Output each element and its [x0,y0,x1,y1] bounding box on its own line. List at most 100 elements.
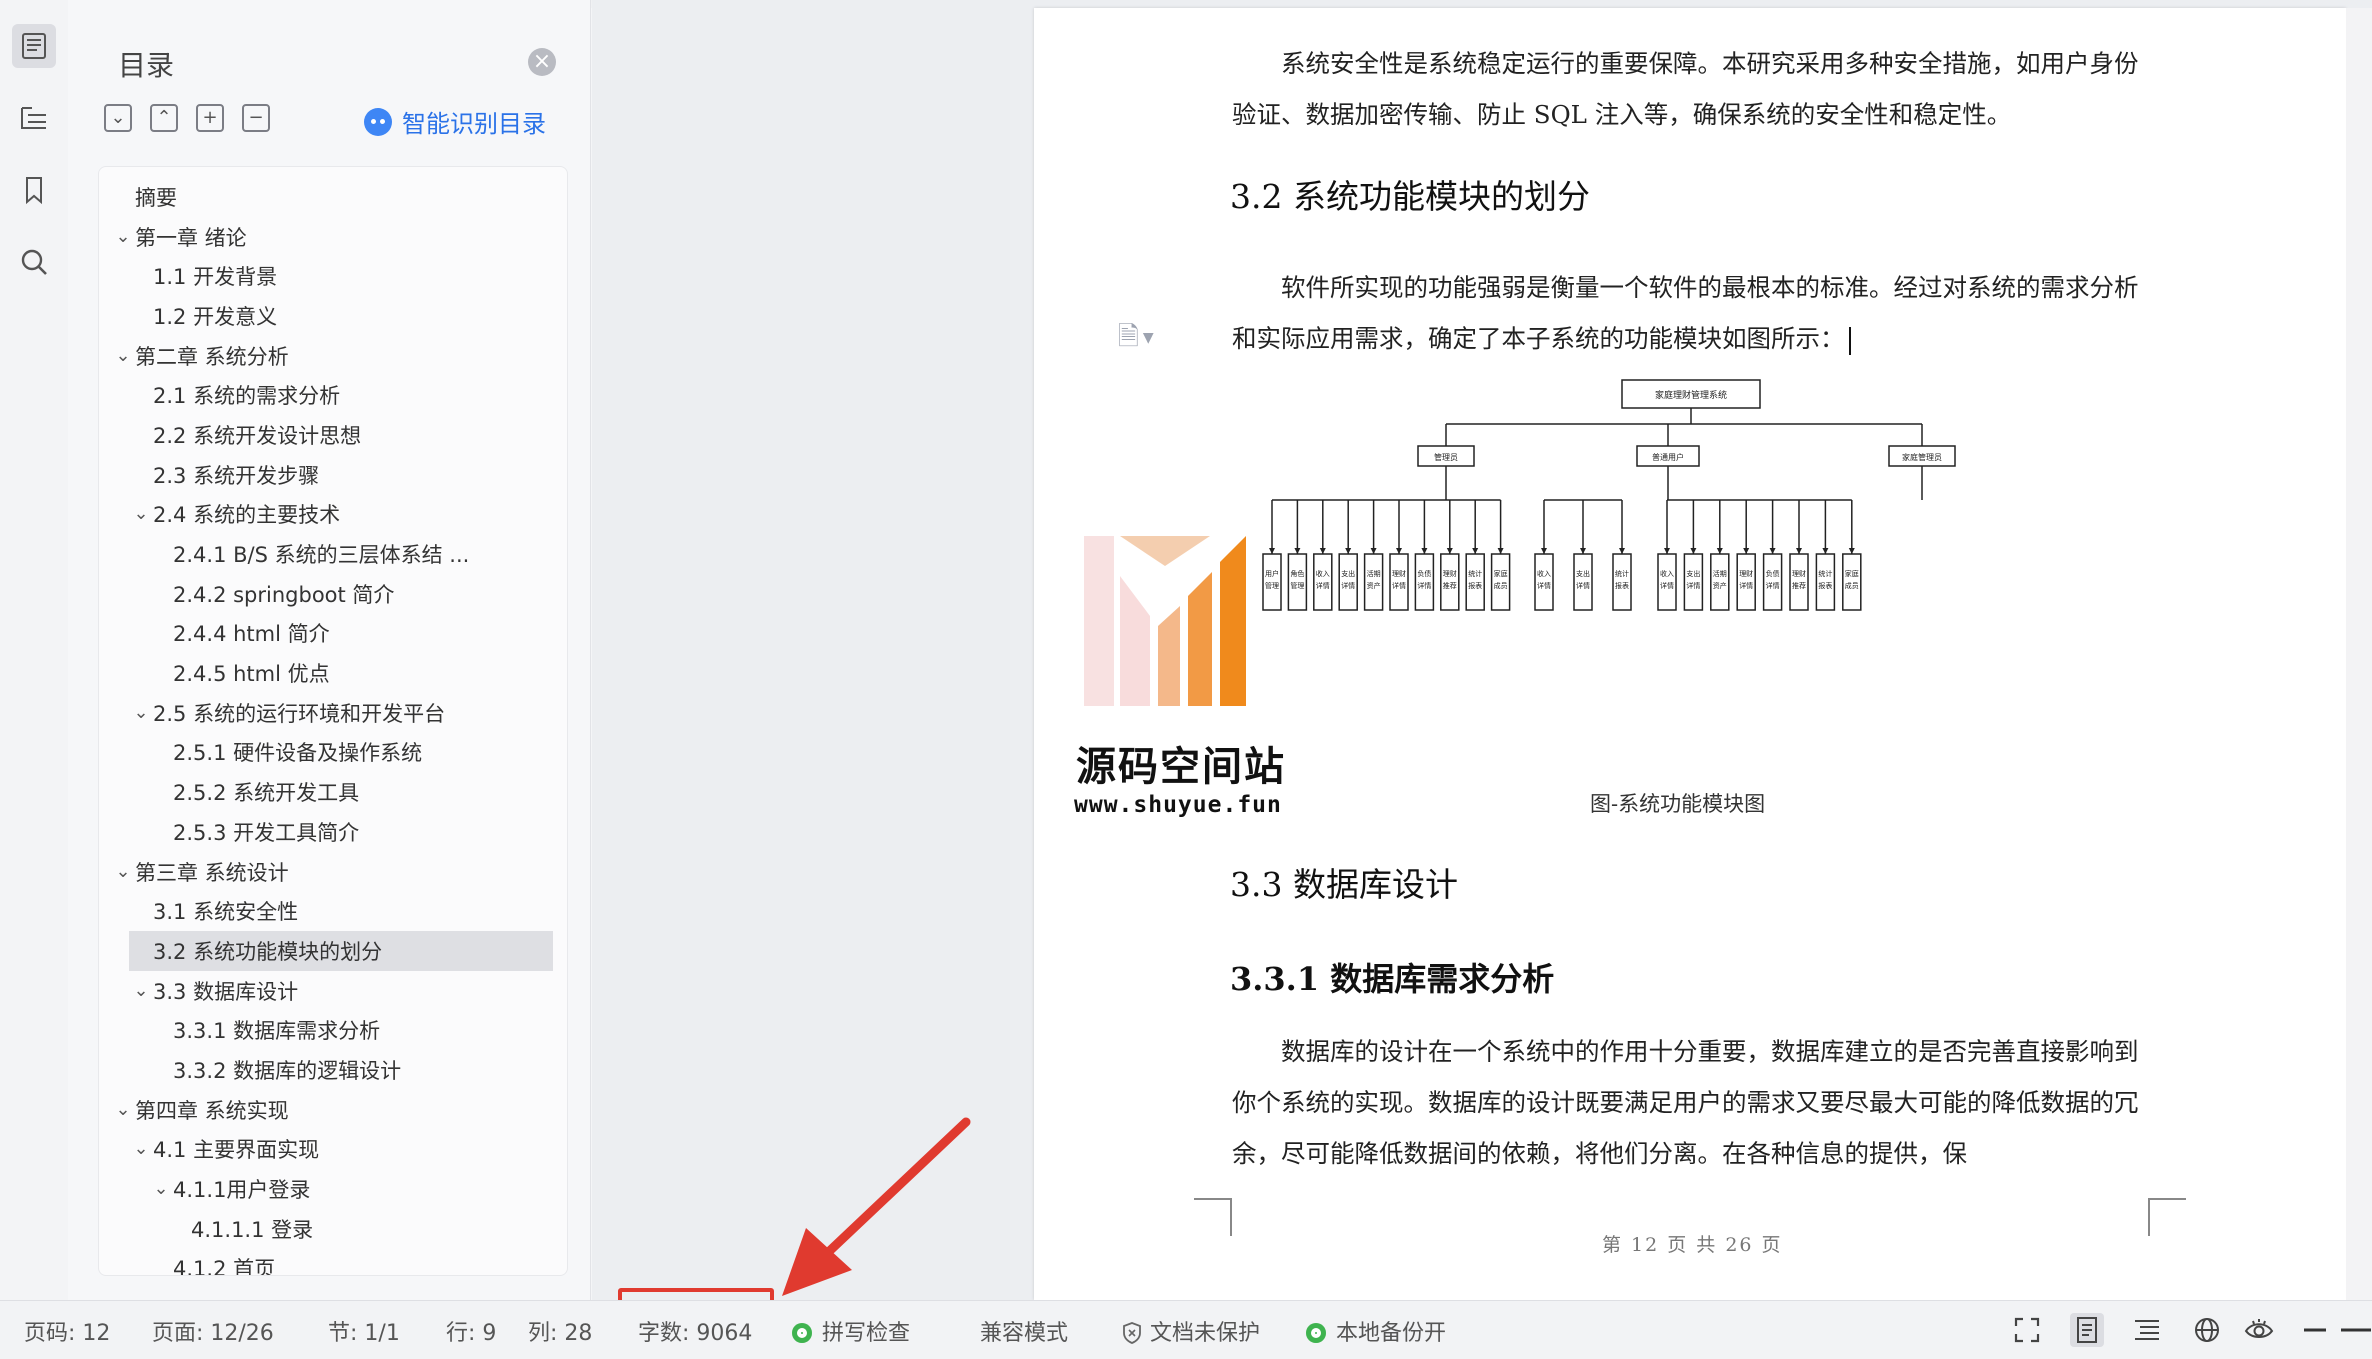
status-word-count[interactable]: 字数: 9064 [638,1315,752,1347]
heading-3-2[interactable]: 3.2 系统功能模块的划分 [1230,170,1590,218]
paragraph-database[interactable]: 数据库的设计在一个系统中的作用十分重要，数据库建立的是否完善直接影响到你个系统的… [1232,1026,2144,1179]
toc-item[interactable]: 3.1 系统安全性 [99,891,559,931]
toc-item[interactable]: ⌄ 2.5 系统的运行环境和开发平台 [99,693,559,733]
paragraph-layout-icon[interactable]: 🗎 ▼ [1118,318,1154,362]
toc-item[interactable]: 2.4.1 B/S 系统的三层体系结 ... [99,534,559,574]
page-view-icon[interactable] [2070,1313,2104,1347]
web-view-icon[interactable] [2190,1313,2224,1347]
toc-item[interactable]: 1.2 开发意义 [99,296,559,336]
toc-item[interactable]: 2.4.2 springboot 简介 [99,574,559,614]
smart-toc-label: 智能识别目录 [402,110,546,138]
remove-icon[interactable]: − [242,104,270,132]
toc-item[interactable]: 2.1 系统的需求分析 [99,375,559,415]
expand-all-icon[interactable]: ⌃ [150,104,178,132]
paragraph-security[interactable]: 系统安全性是系统稳定运行的重要保障。本研究采用多种安全措施，如用户身份验证、数据… [1232,38,2144,140]
doc-protect-button[interactable]: 文档未保护 [1122,1315,1260,1347]
diagram-leaf-label-bottom: 详情 [1537,581,1551,590]
toc-item[interactable]: 4.1.1.1 登录 [99,1209,559,1249]
spell-check-label: 拼写检查 [822,1321,911,1346]
diagram-arrowhead [1743,548,1750,554]
eye-protection-icon[interactable] [2242,1313,2276,1347]
diagram-leaf-label-top: 收入 [1660,569,1674,578]
diagram-leaf-label-top: 支出 [1576,569,1590,578]
chevron-down-icon[interactable]: ⌄ [113,861,133,882]
backup-status-icon [1306,1323,1326,1343]
toc-item[interactable]: 2.3 系统开发步骤 [99,455,559,495]
status-column[interactable]: 列: 28 [528,1315,592,1347]
status-section[interactable]: 节: 1/1 [328,1315,400,1347]
diagram-leaf-label-top: 统计 [1468,569,1482,578]
zoom-slider-icon[interactable] [2340,1313,2372,1347]
add-icon[interactable]: + [196,104,224,132]
toc-item[interactable]: ⌄ 第四章 系统实现 [99,1090,559,1130]
diagram-arrowhead [1319,548,1326,554]
fullscreen-icon[interactable] [2010,1313,2044,1347]
status-line[interactable]: 行: 9 [446,1315,496,1347]
toc-item[interactable]: ⌄ 第三章 系统设计 [99,852,559,892]
chevron-down-icon[interactable]: ⌄ [151,1179,171,1199]
toc-item-label: 3.3 数据库设计 [153,979,299,1004]
toc-item[interactable]: ⌄ 4.1 主要界面实现 [99,1130,559,1170]
toc-item-label: 2.2 系统开发设计思想 [153,423,362,448]
toc-item[interactable]: 摘要 [99,177,559,217]
bookmark-icon[interactable] [12,168,56,212]
toc-item[interactable]: 2.4.4 html 简介 [99,614,559,654]
toc-item[interactable]: 3.3.1 数据库需求分析 [99,1010,559,1050]
diagram-leaf-label-top: 负债 [1417,569,1431,578]
toc-item-label: 2.5.2 系统开发工具 [173,781,360,806]
outline-view-icon[interactable] [2130,1313,2164,1347]
outline-icon[interactable] [12,96,56,140]
toc-item-label: 第四章 系统实现 [135,1098,289,1123]
toc-item[interactable]: ⌄ 第二章 系统分析 [99,336,559,376]
close-icon[interactable]: × [528,48,556,76]
toc-item-selected[interactable]: 3.2 系统功能模块的划分 [129,931,553,971]
chevron-down-icon[interactable]: ⌄ [131,980,151,1001]
zoom-out-icon[interactable] [2298,1313,2332,1347]
collapse-all-icon[interactable]: ⌄ [104,104,132,132]
side-rail [0,0,69,1300]
toc-item[interactable]: ⌄ 2.4 系统的主要技术 [99,495,559,535]
toc-item[interactable]: 4.1.2 首页 [99,1249,559,1275]
status-page-code[interactable]: 页码: 12 [24,1315,110,1347]
heading-3-3[interactable]: 3.3 数据库设计 [1230,858,1458,906]
diagram-arrowhead [1345,548,1352,554]
diagram-leaf-label-top: 家庭 [1845,569,1859,578]
toc-item[interactable]: 3.3.2 数据库的逻辑设计 [99,1050,559,1090]
toc-item[interactable]: 1.1 开发背景 [99,256,559,296]
toc-item-label: 4.1 主要界面实现 [153,1138,320,1163]
toc-panel-icon[interactable] [12,24,56,68]
document-scrollbar[interactable] [2346,8,2372,1300]
toc-item-label: 3.1 系统安全性 [153,900,299,925]
toc-item[interactable]: ⌄ 3.3 数据库设计 [99,971,559,1011]
chevron-down-icon[interactable]: ⌄ [131,504,151,524]
chevron-down-icon[interactable]: ⌄ [113,226,133,247]
toc-item[interactable]: 2.5.1 硬件设备及操作系统 [99,733,559,773]
toc-item-label: 1.2 开发意义 [153,304,278,329]
chevron-down-icon[interactable]: ⌄ [113,345,133,366]
status-page[interactable]: 页面: 12/26 [152,1315,274,1347]
search-icon[interactable] [12,240,56,284]
toc-item[interactable]: ⌄ 第一章 绪论 [99,217,559,257]
toc-item-label: 第一章 绪论 [135,225,247,250]
local-backup-button[interactable]: 本地备份开 [1306,1315,1446,1347]
chevron-down-icon[interactable]: ⌄ [131,1139,151,1159]
diagram-leaf-label-top: 理财 [1392,569,1406,578]
toc-item-label: 2.1 系统的需求分析 [153,384,341,409]
diagram-arrowhead [1769,548,1776,554]
toc-item[interactable]: 2.4.5 html 优点 [99,653,559,693]
chevron-down-icon[interactable]: ⌄ [113,1099,133,1120]
compat-mode-label[interactable]: 兼容模式 [980,1315,1068,1347]
smart-toc-button[interactable]: 智能识别目录 [364,104,546,139]
spell-check-button[interactable]: 拼写检查 [792,1315,910,1347]
text-cursor [1848,326,1851,355]
heading-3-3-1[interactable]: 3.3.1 数据库需求分析 [1230,954,1554,1000]
toc-item[interactable]: ⌄ 4.1.1用户登录 [99,1169,559,1209]
chevron-down-icon[interactable]: ⌄ [131,702,151,723]
toc-item[interactable]: 2.5.3 开发工具简介 [99,812,559,852]
paragraph-modules[interactable]: 软件所实现的功能强弱是衡量一个软件的最根本的标准。经过对系统的需求分析和实际应用… [1232,262,2144,364]
toc-item[interactable]: 2.2 系统开发设计思想 [99,415,559,455]
figure-caption: 图-系统功能模块图 [1590,792,1766,816]
toc-item-label: 3.3.1 数据库需求分析 [173,1019,381,1044]
toc-item-label: 2.5 系统的运行环境和开发平台 [153,701,446,726]
toc-item[interactable]: 2.5.2 系统开发工具 [99,772,559,812]
